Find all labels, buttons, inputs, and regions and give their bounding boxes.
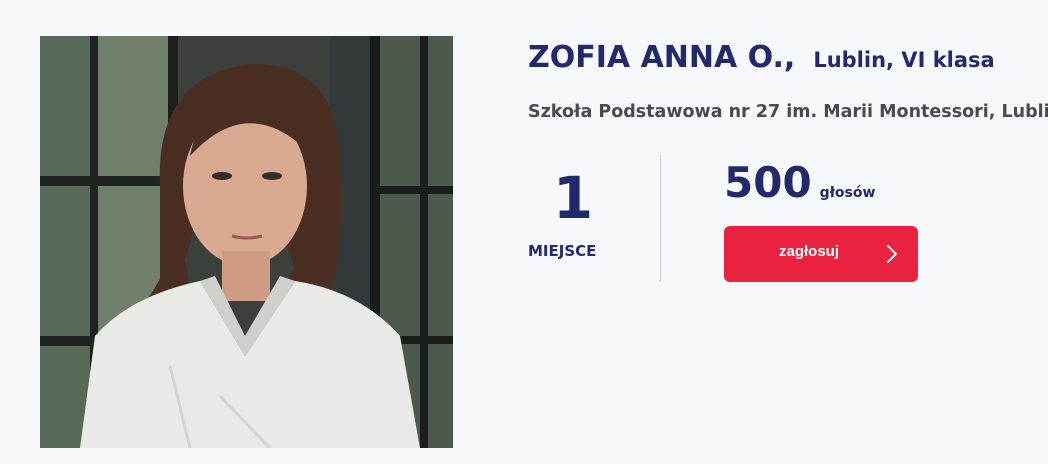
chevron-right-icon xyxy=(887,245,897,263)
divider xyxy=(660,155,661,282)
candidate-school: Szkoła Podstawowa nr 27 im. Marii Montes… xyxy=(528,102,1048,122)
votes-count: 500 xyxy=(724,158,812,207)
vote-button[interactable]: zagłosuj xyxy=(724,226,918,282)
votes-unit: głosów xyxy=(819,185,876,201)
candidate-photo-image xyxy=(40,36,453,448)
place-number: 1 xyxy=(552,164,594,232)
candidate-name: ZOFIA ANNA O., xyxy=(528,40,796,75)
candidate-photo xyxy=(40,36,453,448)
candidate-card: ZOFIA ANNA O., Lublin, VI klasa Szkoła Po… xyxy=(0,0,1048,464)
candidate-location: Lublin, VI klasa xyxy=(813,48,995,72)
candidate-header: ZOFIA ANNA O., Lublin, VI klasa xyxy=(528,40,995,75)
votes-block: 500 głosów xyxy=(724,158,875,207)
ranking-block: 1 MIEJSCE xyxy=(528,162,618,260)
place-label: MIEJSCE xyxy=(528,242,597,260)
